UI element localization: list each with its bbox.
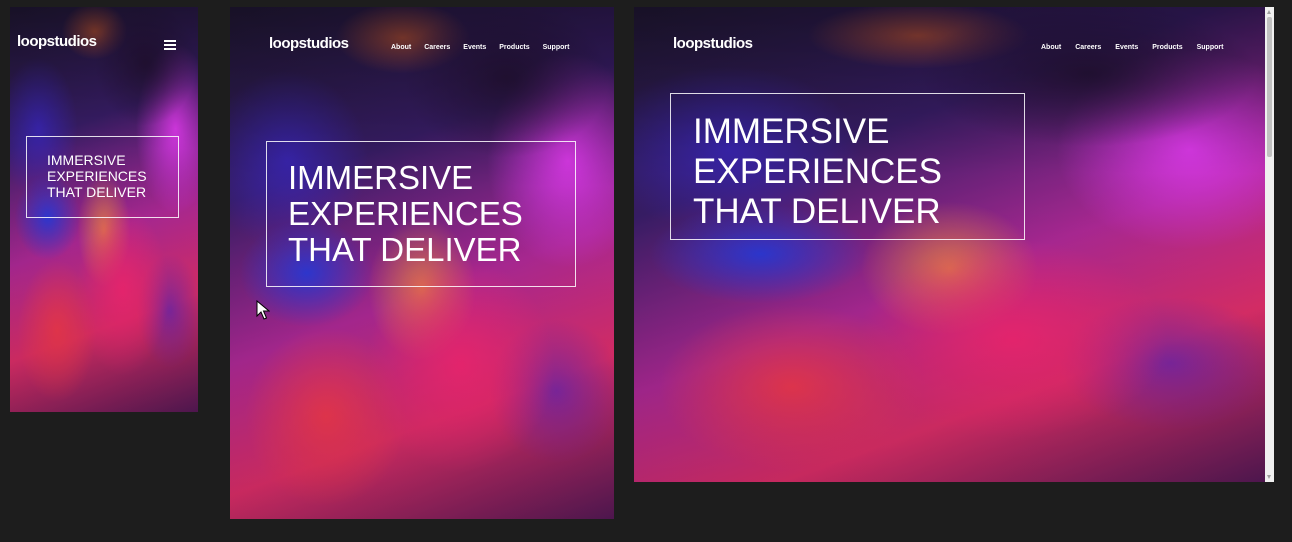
hero-title-line: EXPERIENCES xyxy=(47,168,147,184)
nav-item-support[interactable]: Support xyxy=(1197,44,1224,51)
hero-title-box: IMMERSIVE EXPERIENCES THAT DELIVER xyxy=(26,136,179,218)
scroll-down-arrow-icon[interactable] xyxy=(1267,475,1271,479)
hero-title-line: IMMERSIVE xyxy=(693,112,890,151)
nav-item-products[interactable]: Products xyxy=(1152,44,1182,51)
hero-title-box: IMMERSIVE EXPERIENCES THAT DELIVER xyxy=(670,93,1025,240)
hero-title-box: IMMERSIVE EXPERIENCES THAT DELIVER xyxy=(266,141,576,287)
mobile-preview: loopstudios IMMERSIVE EXPERIENCES THAT D… xyxy=(10,7,198,412)
nav-item-careers[interactable]: Careers xyxy=(424,44,450,51)
hero-title-line: THAT DELIVER xyxy=(47,184,147,200)
hero-title-line: EXPERIENCES xyxy=(693,152,942,191)
nav-item-about[interactable]: About xyxy=(391,44,411,51)
brand-logo[interactable]: loopstudios xyxy=(17,33,97,50)
nav-item-events[interactable]: Events xyxy=(463,44,486,51)
mouse-pointer-icon xyxy=(256,300,270,320)
nav-item-careers[interactable]: Careers xyxy=(1075,44,1101,51)
hero-title-line: IMMERSIVE xyxy=(47,152,126,168)
nav-item-support[interactable]: Support xyxy=(543,44,570,51)
nav-item-events[interactable]: Events xyxy=(1115,44,1138,51)
hero-title-line: IMMERSIVE xyxy=(288,159,474,196)
main-nav: About Careers Events Products Support xyxy=(1041,44,1223,51)
hero-title-line: THAT DELIVER xyxy=(693,192,941,231)
tablet-preview: loopstudios About Careers Events Product… xyxy=(230,7,614,519)
vertical-scrollbar[interactable] xyxy=(1265,7,1274,482)
hero-title-line: THAT DELIVER xyxy=(288,231,522,268)
brand-logo[interactable]: loopstudios xyxy=(673,35,753,52)
brand-logo[interactable]: loopstudios xyxy=(269,35,349,52)
desktop-preview: loopstudios About Careers Events Product… xyxy=(634,7,1274,482)
scroll-up-arrow-icon[interactable] xyxy=(1267,10,1271,14)
nav-item-products[interactable]: Products xyxy=(499,44,529,51)
scrollbar-thumb[interactable] xyxy=(1267,17,1272,157)
nav-item-about[interactable]: About xyxy=(1041,44,1061,51)
hero-title-line: EXPERIENCES xyxy=(288,195,523,232)
hamburger-menu-icon[interactable] xyxy=(164,40,176,50)
main-nav: About Careers Events Products Support xyxy=(391,44,569,51)
